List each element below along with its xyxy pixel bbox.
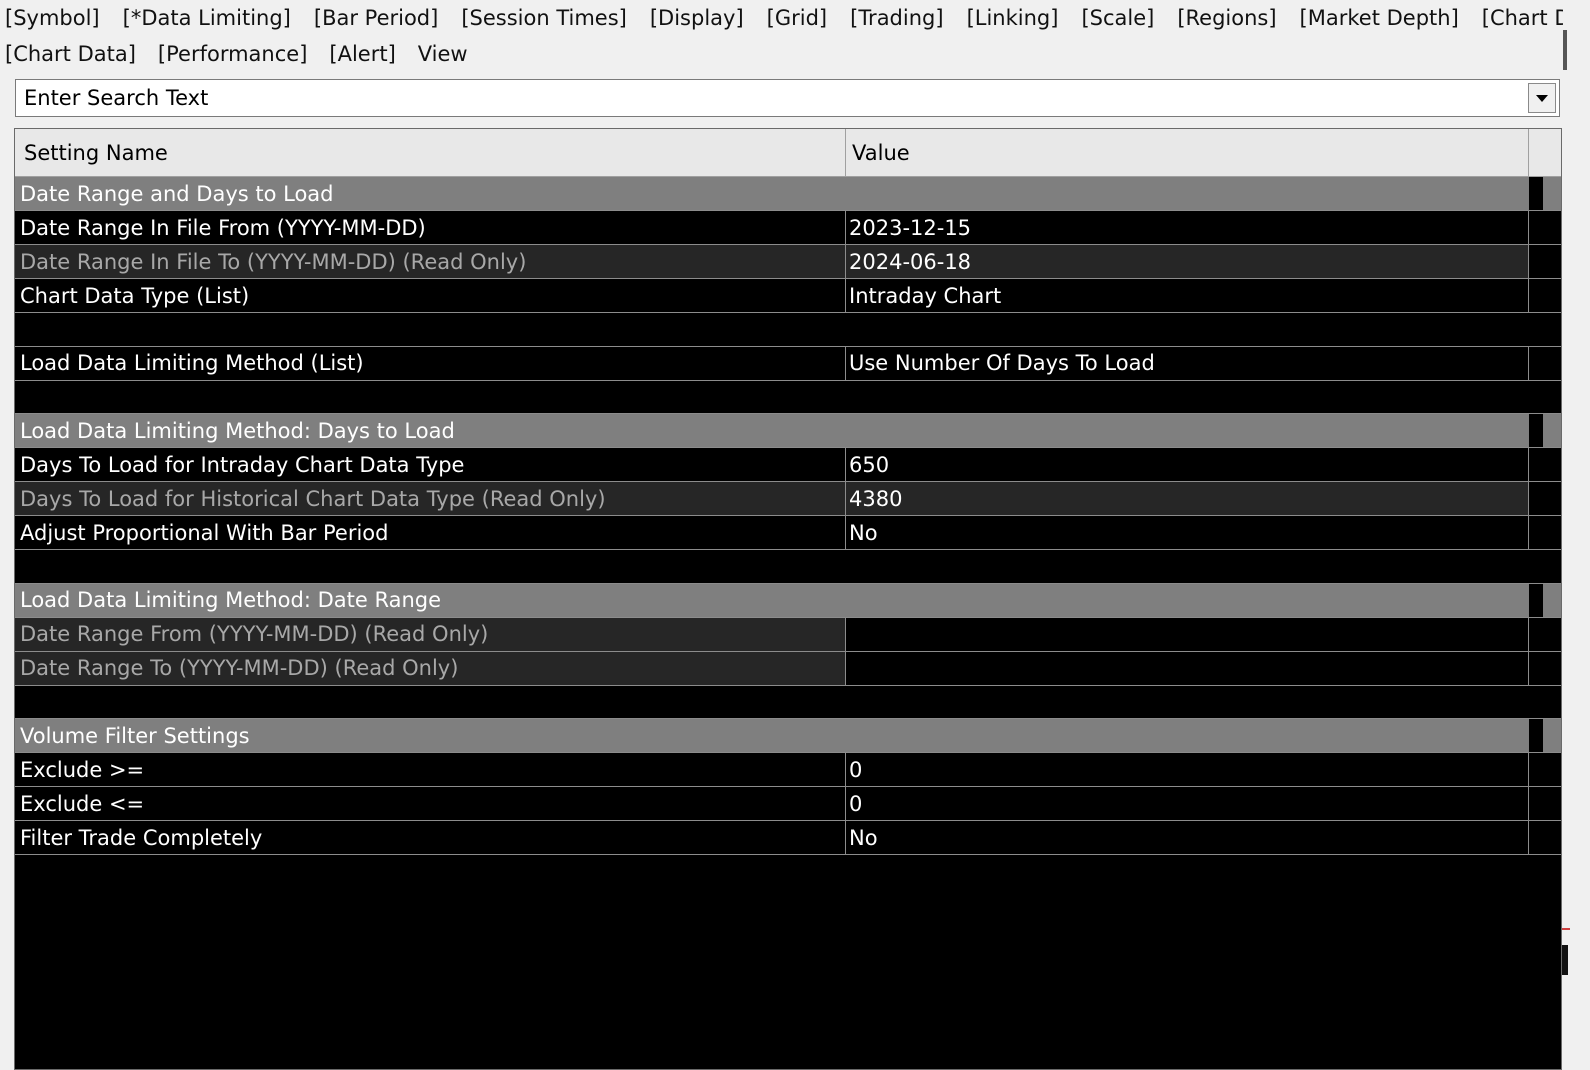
blank-row <box>15 550 1561 584</box>
tab-data-limiting[interactable]: [*Data Limiting] <box>123 6 291 30</box>
search-input[interactable] <box>16 85 1528 111</box>
setting-value[interactable]: No <box>846 821 1529 854</box>
row-end <box>1529 753 1543 786</box>
setting-name: Exclude >= <box>15 753 846 786</box>
edge-divider <box>1562 928 1570 930</box>
tab-session-times[interactable]: [Session Times] <box>461 6 627 30</box>
setting-value[interactable]: No <box>846 516 1529 549</box>
chevron-down-icon <box>1536 94 1548 102</box>
section-header-volume-filter-settings: Volume Filter Settings <box>15 719 1561 753</box>
tab-regions[interactable]: [Regions] <box>1177 6 1276 30</box>
row-end <box>1529 583 1543 617</box>
tab-view[interactable]: View <box>418 42 468 66</box>
tab-linking[interactable]: [Linking] <box>967 6 1059 30</box>
setting-name: Load Data Limiting Method (List) <box>15 346 846 380</box>
setting-value[interactable]: 2023-12-15 <box>846 211 1529 244</box>
setting-name: Days To Load for Intraday Chart Data Typ… <box>15 448 846 481</box>
setting-name: Days To Load for Historical Chart Data T… <box>15 482 846 515</box>
setting-value[interactable]: 0 <box>846 753 1529 786</box>
search-combobox[interactable] <box>15 79 1560 117</box>
setting-row-date-range-from-yyyy-mm-dd-read-only: Date Range From (YYYY-MM-DD) (Read Only) <box>15 617 1561 652</box>
section-header-date-range-and-days-to-load: Date Range and Days to Load <box>15 177 1561 211</box>
setting-value[interactable]: Use Number Of Days To Load <box>846 346 1529 380</box>
setting-name: Date Range In File From (YYYY-MM-DD) <box>15 211 846 244</box>
edge-divider <box>1562 945 1568 975</box>
blank-row <box>15 686 1561 719</box>
setting-name: Date Range To (YYYY-MM-DD) (Read Only) <box>15 651 846 685</box>
setting-row-adjust-proportional-with-bar-period[interactable]: Adjust Proportional With Bar Period No <box>15 516 1561 550</box>
tab-bar-period[interactable]: [Bar Period] <box>314 6 438 30</box>
tab-display[interactable]: [Display] <box>650 6 744 30</box>
tab-grid[interactable]: [Grid] <box>767 6 827 30</box>
settings-tab-bar: [Symbol] [*Data Limiting] [Bar Period] [Ses… <box>0 0 1590 72</box>
setting-name: Adjust Proportional With Bar Period <box>15 516 846 549</box>
setting-row-filter-trade-completely[interactable]: Filter Trade Completely No <box>15 821 1561 855</box>
header-corner <box>1529 129 1543 176</box>
setting-value: 4380 <box>846 482 1529 515</box>
grid-header: Setting Name Value <box>15 129 1561 177</box>
blank-row <box>15 381 1561 414</box>
blank-row <box>15 313 1561 347</box>
setting-value <box>846 617 1529 651</box>
row-end <box>1529 719 1543 752</box>
tab-chart-data[interactable]: [Chart Data] <box>5 42 136 66</box>
tab-trading[interactable]: [Trading] <box>850 6 943 30</box>
tab-market-depth[interactable]: [Market Depth] <box>1300 6 1459 30</box>
grid-body: Date Range and Days to Load Date Range In… <box>15 177 1561 855</box>
row-end <box>1529 279 1543 312</box>
tab-scale[interactable]: [Scale] <box>1081 6 1154 30</box>
tab-row-2: [Chart Data] [Performance] [Alert] View <box>0 36 1570 72</box>
setting-name: Date Range In File To (YYYY-MM-DD) (Read… <box>15 245 846 278</box>
setting-value: 2024-06-18 <box>846 245 1529 278</box>
section-header-label: Date Range and Days to Load <box>20 181 334 206</box>
setting-row-date-range-in-file-to-yyyy-mm-dd-read-only: Date Range In File To (YYYY-MM-DD) (Read… <box>15 245 1561 279</box>
tab-row-1: [Symbol] [*Data Limiting] [Bar Period] [Ses… <box>0 0 1590 36</box>
setting-row-chart-data-type-list[interactable]: Chart Data Type (List) Intraday Chart <box>15 279 1561 313</box>
setting-row-exclude[interactable]: Exclude <= 0 <box>15 787 1561 821</box>
setting-row-date-range-to-yyyy-mm-dd-read-only: Date Range To (YYYY-MM-DD) (Read Only) <box>15 651 1561 686</box>
tab-alert[interactable]: [Alert] <box>329 42 395 66</box>
setting-row-date-range-in-file-from-yyyy-mm-dd[interactable]: Date Range In File From (YYYY-MM-DD) 2023… <box>15 211 1561 245</box>
section-header-load-data-limiting-method-date-range: Load Data Limiting Method: Date Range <box>15 583 1561 618</box>
tab-performance[interactable]: [Performance] <box>158 42 307 66</box>
section-header-label: Load Data Limiting Method: Days to Load <box>20 418 455 443</box>
row-end <box>1529 652 1543 685</box>
row-end <box>1529 448 1543 481</box>
setting-row-exclude[interactable]: Exclude >= 0 <box>15 753 1561 787</box>
setting-name: Exclude <= <box>15 787 846 820</box>
column-header-setting-name[interactable]: Setting Name <box>15 129 846 176</box>
setting-value <box>846 651 1529 685</box>
setting-name: Date Range From (YYYY-MM-DD) (Read Only) <box>15 617 846 651</box>
row-end <box>1529 482 1543 515</box>
tab-symbol[interactable]: [Symbol] <box>5 6 100 30</box>
row-end <box>1529 414 1543 447</box>
window-edge <box>1563 0 1590 1070</box>
setting-value[interactable]: 650 <box>846 448 1529 481</box>
setting-name: Chart Data Type (List) <box>15 279 846 312</box>
section-header-load-data-limiting-method-days-to-load: Load Data Limiting Method: Days to Load <box>15 414 1561 448</box>
setting-name: Filter Trade Completely <box>15 821 846 854</box>
setting-value[interactable]: Intraday Chart <box>846 279 1529 312</box>
row-end <box>1529 821 1543 854</box>
row-end <box>1529 177 1543 210</box>
setting-row-days-to-load-for-intraday-chart-data-type[interactable]: Days To Load for Intraday Chart Data Typ… <box>15 448 1561 482</box>
row-end <box>1529 516 1543 549</box>
row-end <box>1529 618 1543 651</box>
setting-value[interactable]: 0 <box>846 787 1529 820</box>
row-end <box>1529 245 1543 278</box>
setting-row-days-to-load-for-historical-chart-data-type-read-only: Days To Load for Historical Chart Data T… <box>15 482 1561 516</box>
search-dropdown-button[interactable] <box>1528 83 1556 113</box>
row-end <box>1529 211 1543 244</box>
section-header-label: Volume Filter Settings <box>20 723 250 748</box>
edge-divider <box>1563 30 1567 70</box>
row-end <box>1529 347 1543 380</box>
column-header-value[interactable]: Value <box>846 129 1529 176</box>
setting-row-load-data-limiting-method-list[interactable]: Load Data Limiting Method (List) Use Numb… <box>15 346 1561 381</box>
row-end <box>1529 787 1543 820</box>
settings-grid: Setting Name Value Date Range and Days t… <box>14 128 1562 1070</box>
section-header-label: Load Data Limiting Method: Date Range <box>20 588 442 612</box>
